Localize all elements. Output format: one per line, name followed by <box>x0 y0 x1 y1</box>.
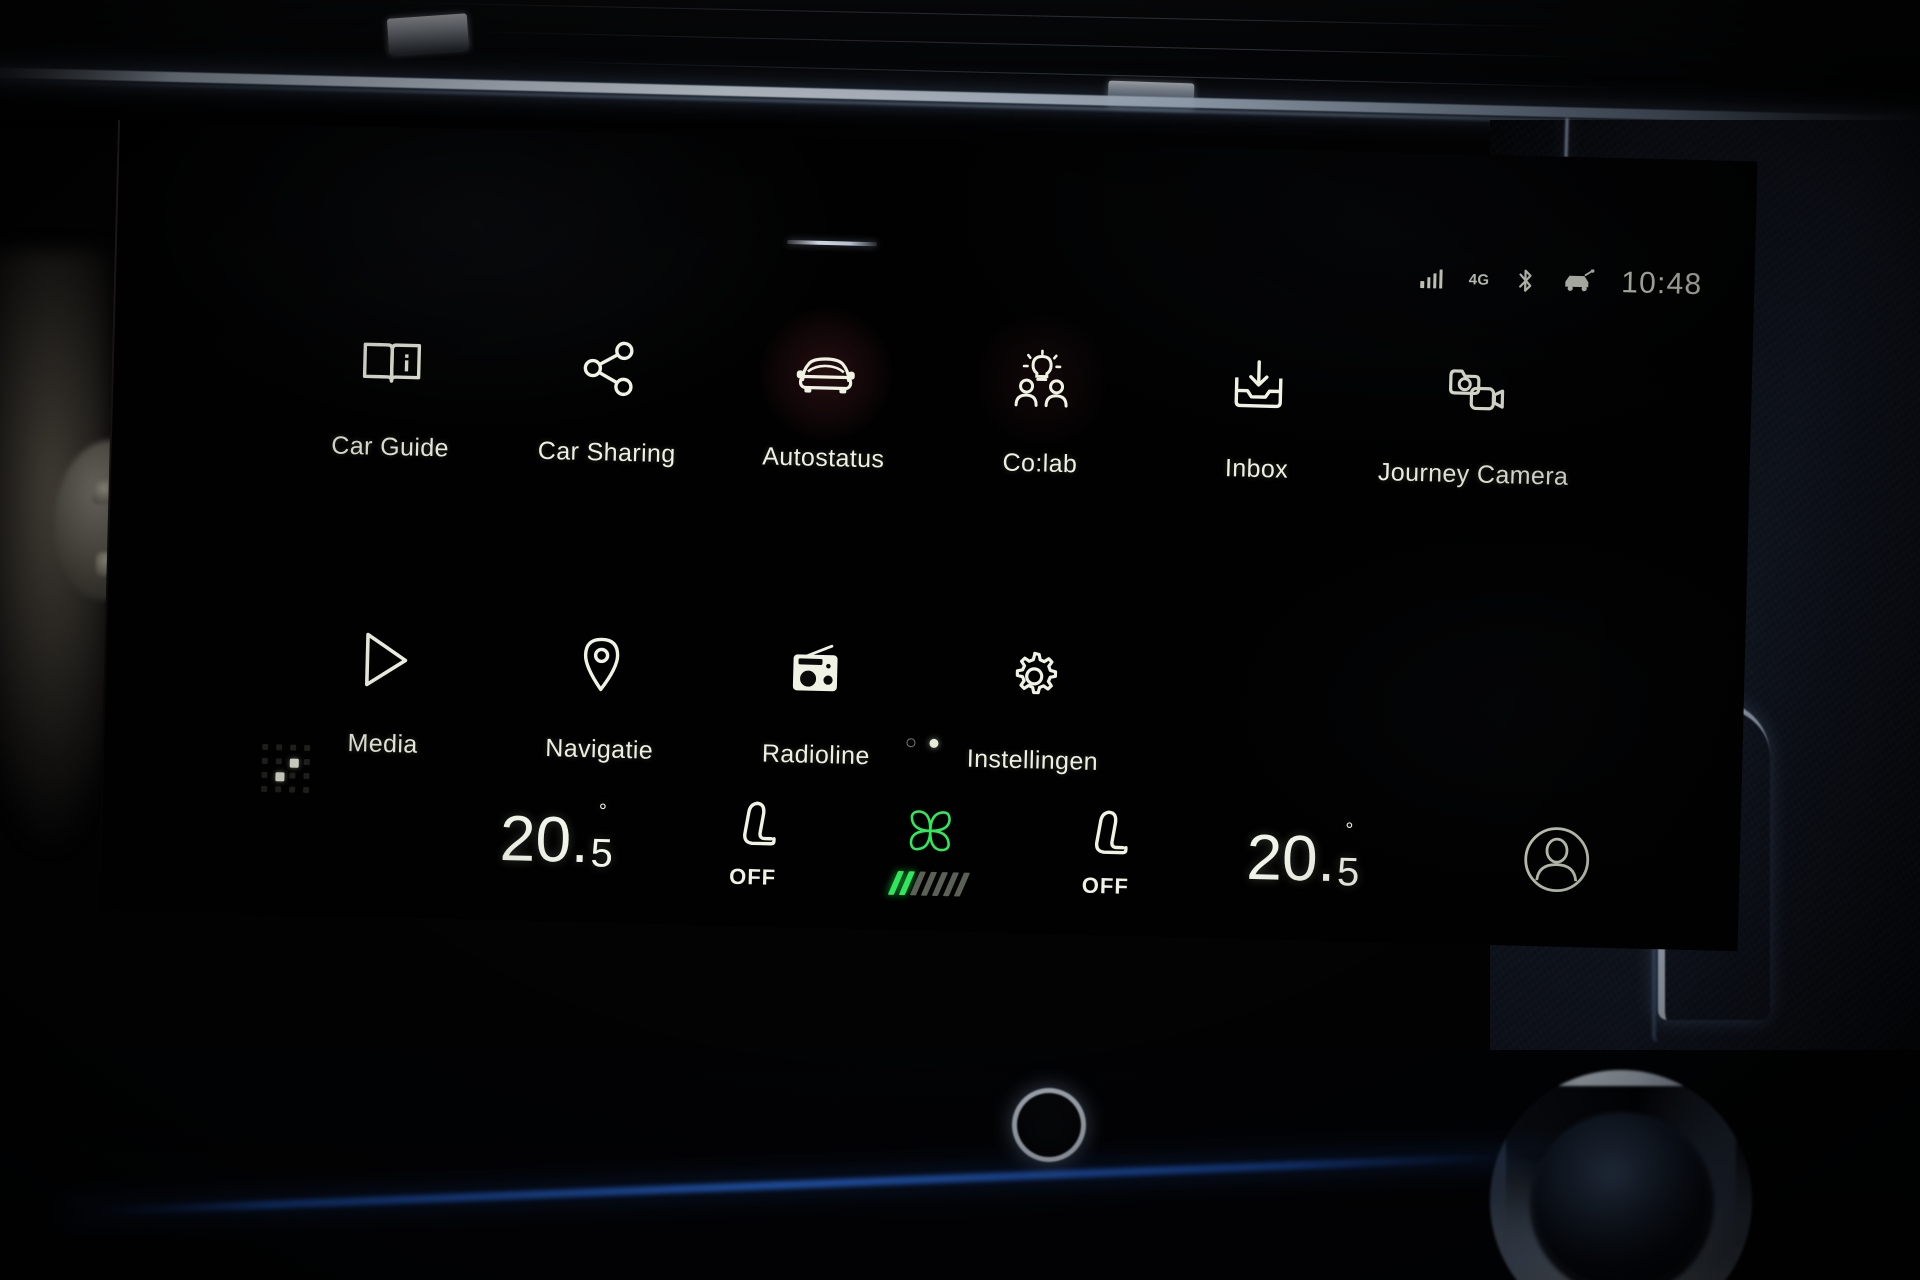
fan-blades-icon <box>898 802 962 867</box>
left-seat-heater-control[interactable]: OFF <box>728 798 778 891</box>
radio-icon <box>769 622 867 720</box>
app-label: Autostatus <box>761 442 885 474</box>
right-seat-state: OFF <box>1081 872 1130 899</box>
left-temp-decimal: 5 <box>590 831 614 876</box>
left-seat-state: OFF <box>728 863 777 890</box>
network-type-label: 4G <box>1468 270 1490 289</box>
status-bar: 4G 10:48 <box>1420 261 1703 302</box>
left-temp-separator: . <box>570 803 590 877</box>
user-profile-button[interactable] <box>1521 824 1593 896</box>
ambient-light-strip <box>60 1151 1560 1217</box>
inbox-download-icon <box>1209 336 1307 434</box>
map-pin-icon <box>552 616 650 714</box>
book-info-icon <box>343 314 441 412</box>
center-rotary-knob[interactable] <box>1012 1088 1086 1162</box>
app-label: Car Guide <box>331 431 450 463</box>
seat-heater-icon <box>1082 807 1132 870</box>
app-tile-navigatie[interactable]: Navigatie <box>491 615 711 767</box>
app-tile-media[interactable]: Media <box>274 609 494 761</box>
lightbulb-people-icon <box>974 311 1110 448</box>
page-dot-2[interactable] <box>929 738 939 748</box>
right-temp-whole: 20 <box>1245 820 1319 895</box>
seat-heater-icon <box>729 798 779 861</box>
gear-icon <box>985 627 1083 725</box>
app-grid: Car Guide Car Sharing Autostatus Co:lab … <box>274 306 1585 789</box>
clock-label: 10:48 <box>1620 266 1703 302</box>
right-temp-decimal: 5 <box>1336 850 1360 895</box>
right-seat-heater-control[interactable]: OFF <box>1081 807 1131 900</box>
app-tile-car-sharing[interactable]: Car Sharing <box>498 318 718 470</box>
app-label: Co:lab <box>1002 448 1078 479</box>
left-temp-degree-symbol: ° <box>598 800 608 823</box>
car-front-icon <box>757 306 894 442</box>
app-label: Instellingen <box>966 744 1099 777</box>
app-label: Journey Camera <box>1377 457 1569 491</box>
play-triangle-icon <box>336 611 434 709</box>
app-tile-radioline[interactable]: Radioline <box>707 620 927 772</box>
drawer-handle[interactable] <box>787 239 878 247</box>
app-label: Inbox <box>1224 454 1289 484</box>
app-tile-autostatus[interactable]: Autostatus <box>715 306 935 475</box>
dashboard-photo-scene: 4G 10:48 Car Guide Car Sharing Autostatu… <box>0 0 1920 1280</box>
left-temp-whole: 20 <box>499 801 573 876</box>
page-indicator[interactable] <box>906 738 939 748</box>
app-tile-instellingen[interactable]: Instellingen <box>924 626 1144 778</box>
app-tile-inbox[interactable]: Inbox <box>1148 334 1368 486</box>
app-label: Media <box>347 729 419 759</box>
right-temp-degree-symbol: ° <box>1345 819 1354 842</box>
infotainment-screen[interactable]: 4G 10:48 Car Guide Car Sharing Autostatu… <box>98 120 1758 952</box>
app-label: Navigatie <box>544 734 654 765</box>
center-console <box>0 1050 1920 1280</box>
user-profile-icon <box>1521 824 1593 896</box>
app-tile-colab[interactable]: Co:lab <box>931 311 1151 481</box>
app-tile-journey-camera[interactable]: Journey Camera <box>1364 340 1584 492</box>
app-tile-car-guide[interactable]: Car Guide <box>281 312 501 464</box>
share-nodes-icon <box>560 319 658 417</box>
bluetooth-icon <box>1515 267 1536 293</box>
left-temperature-display[interactable]: 20 . ° 5 <box>499 800 614 878</box>
fan-speed-control[interactable] <box>887 801 971 897</box>
app-label: Radioline <box>761 739 871 771</box>
page-dot-1[interactable] <box>906 738 916 748</box>
right-temperature-display[interactable]: 20 . ° 5 <box>1245 819 1361 897</box>
right-temp-separator: . <box>1316 822 1337 896</box>
app-label: Car Sharing <box>537 436 676 469</box>
video-camera-icon <box>1426 341 1524 439</box>
signal-bars-icon <box>1420 268 1443 289</box>
fan-speed-bars[interactable] <box>887 870 971 897</box>
car-status-icon <box>1561 269 1596 296</box>
